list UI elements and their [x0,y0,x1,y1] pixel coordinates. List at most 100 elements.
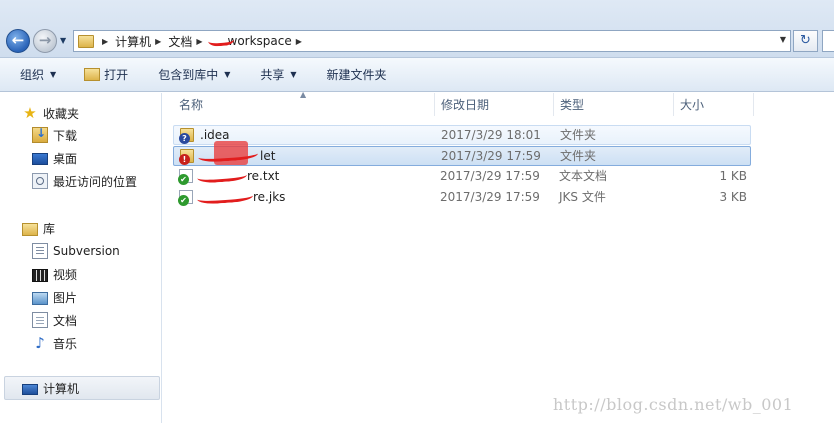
caret-down-icon: ▼ [224,70,231,79]
file-size: 1 KB [719,169,747,183]
svn-unversioned-icon: ? [179,133,190,144]
file-type: 文件夹 [560,149,597,163]
nav-downloads[interactable]: 下载 [32,125,77,145]
share-button[interactable]: 共享 ▼ [260,58,296,92]
nav-documents[interactable]: 文档 [32,310,77,330]
forward-button[interactable]: → [33,29,57,53]
table-row[interactable]: ✔ re.jks 2017/3/29 17:59 JKS 文件 3 KB [173,187,751,208]
star-icon: ★ [23,104,37,122]
address-dropdown-icon[interactable]: ▼ [780,35,786,44]
svn-conflict-icon: ! [179,154,190,165]
breadcrumb-computer[interactable]: 计算机 [115,33,151,50]
folder-icon: ? [179,128,194,144]
column-header-date[interactable]: 修改日期 [435,93,554,116]
document-icon [32,312,48,328]
folder-icon [78,34,94,48]
file-icon: ✔ [178,190,193,206]
file-date: 2017/3/29 17:59 [440,190,540,204]
table-row[interactable]: ! let 2017/3/29 17:59 文件夹 [173,141,751,166]
organize-button[interactable]: 组织 ▼ [20,58,56,92]
file-date: 2017/3/29 17:59 [440,169,540,183]
file-date: 2017/3/29 18:01 [441,128,541,142]
nav-music[interactable]: ♪ 音乐 [32,333,77,353]
svn-normal-icon: ✔ [178,195,189,206]
column-date-label: 修改日期 [441,98,490,112]
back-button[interactable]: ← [6,29,30,53]
command-bar: 组织 ▼ 打开 包含到库中 ▼ 共享 ▼ 新建文件夹 [0,58,834,92]
nav-music-label: 音乐 [53,336,78,351]
chevron-right-icon[interactable]: ▶ [155,37,161,46]
document-library-icon [32,243,48,259]
library-icon [22,223,38,236]
svn-normal-icon: ✔ [178,174,189,185]
nav-desktop[interactable]: 桌面 [32,148,77,168]
file-type: 文本文档 [559,169,608,183]
nav-subversion[interactable]: Subversion [32,241,120,261]
file-name: re.txt [247,169,280,183]
organize-label: 组织 [20,68,45,82]
nav-favorites-label: 收藏夹 [43,106,80,121]
breadcrumb-workspace-label: workspace [227,34,292,48]
table-row[interactable]: ✔ re.txt 2017/3/29 17:59 文本文档 1 KB [173,166,751,187]
folder-icon [84,68,101,81]
nav-recent-places[interactable]: 最近访问的位置 [32,171,137,191]
address-bar-row: ← → ▼ ▶ 计算机 ▶ 文档 ▶ workspace ▶ ▼ ↻ [0,0,834,58]
file-type: 文件夹 [560,128,597,142]
nav-libraries-label: 库 [43,221,56,236]
include-in-library-label: 包含到库中 [158,68,219,82]
text-file-icon: ✔ [178,169,193,185]
nav-recent-label: 最近访问的位置 [53,174,138,189]
search-input[interactable] [822,30,834,52]
nav-pictures[interactable]: 图片 [32,287,77,307]
open-button[interactable]: 打开 [84,58,128,92]
column-header-type[interactable]: 类型 [554,93,674,116]
column-name-label: 名称 [179,98,204,112]
history-dropdown-icon[interactable]: ▼ [60,36,66,45]
chevron-right-icon[interactable]: ▶ [196,37,202,46]
breadcrumb-workspace[interactable]: workspace [207,31,292,48]
table-row[interactable]: ? .idea 2017/3/29 18:01 文件夹 [173,125,751,145]
nav-pictures-label: 图片 [53,290,78,305]
watermark-text: http://blog.csdn.net/wb_001 [553,395,794,414]
column-size-label: 大小 [680,98,705,112]
address-bar[interactable]: ▶ 计算机 ▶ 文档 ▶ workspace ▶ ▼ [73,30,791,52]
navigation-pane: ★ 收藏夹 下载 桌面 最近访问的位置 库 Subversion 视频 图片 文… [0,93,162,423]
nav-downloads-label: 下载 [53,128,78,143]
desktop-icon [32,153,48,165]
nav-desktop-label: 桌面 [53,151,78,166]
chevron-right-icon[interactable]: ▶ [102,37,108,46]
file-name: re.jks [253,190,286,204]
computer-icon [22,383,38,395]
caret-down-icon: ▼ [50,70,57,79]
redaction-mark [196,187,254,205]
redaction-mark [196,166,248,184]
refresh-button[interactable]: ↻ [793,30,818,52]
nav-videos-label: 视频 [53,267,78,282]
picture-icon [32,291,48,305]
chevron-right-icon[interactable]: ▶ [296,37,302,46]
file-type: JKS 文件 [559,190,606,204]
nav-libraries[interactable]: 库 [22,218,55,238]
redaction-mark [197,144,259,164]
nav-computer-label: 计算机 [43,381,80,396]
file-name: let [260,149,276,163]
open-label: 打开 [104,68,129,82]
file-list: ▲ 名称 修改日期 类型 大小 ? .idea 2017/3/29 18:01 … [163,90,834,423]
file-date: 2017/3/29 17:59 [441,149,541,163]
download-folder-icon [32,126,48,143]
breadcrumb-documents[interactable]: 文档 [168,33,192,50]
nav-computer[interactable]: 计算机 [22,378,79,398]
share-label: 共享 [260,68,285,82]
column-type-label: 类型 [560,98,585,112]
include-in-library-button[interactable]: 包含到库中 ▼ [158,58,230,92]
nav-videos[interactable]: 视频 [32,264,77,284]
file-size: 3 KB [719,190,747,204]
column-header-name[interactable]: 名称 [173,93,435,116]
new-folder-button[interactable]: 新建文件夹 [327,58,387,92]
column-header-size[interactable]: 大小 [674,93,754,116]
caret-down-icon: ▼ [290,70,297,79]
recent-places-icon [32,173,48,189]
folder-icon: ! [179,149,194,165]
nav-favorites[interactable]: ★ 收藏夹 [22,103,79,123]
video-icon [32,268,48,282]
